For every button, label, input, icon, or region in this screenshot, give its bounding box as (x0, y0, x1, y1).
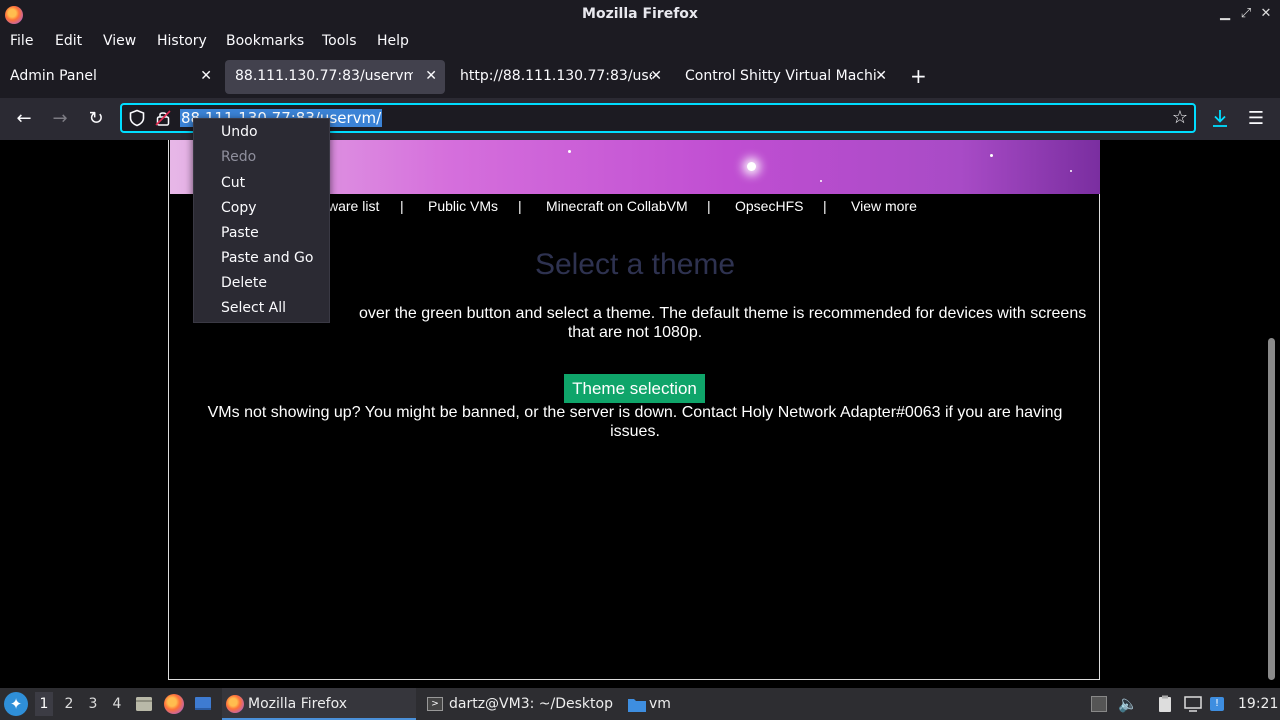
forward-arrow-icon[interactable]: → (47, 106, 73, 132)
ctx-copy[interactable]: Copy (221, 200, 257, 216)
tab-admin-panel[interactable]: Admin Panel ✕ (0, 60, 220, 94)
start-menu-icon[interactable]: ✦ (4, 692, 28, 716)
page-viewport: ware list | Public VMs | Minecraft on Co… (0, 140, 1280, 688)
nav-link-minecraft-collabvm[interactable]: Minecraft on CollabVM (546, 198, 688, 214)
menu-history[interactable]: History (157, 33, 207, 49)
sparkle-decoration (568, 150, 571, 153)
tray-expand-icon[interactable] (1091, 696, 1107, 712)
nav-separator: | (707, 198, 711, 214)
theme-selection-button[interactable]: Theme selection (564, 374, 705, 403)
firefox-icon (226, 695, 244, 713)
file-manager-launcher-icon[interactable] (134, 694, 154, 714)
task-label: Mozilla Firefox (248, 696, 348, 712)
task-label: vm (649, 696, 671, 712)
ctx-undo[interactable]: Undo (221, 124, 258, 140)
window-title: Mozilla Firefox (582, 6, 698, 22)
tab-label: 88.111.130.77:83/uservm/ (235, 68, 413, 84)
nav-link-opsechfs[interactable]: OpsecHFS (735, 198, 803, 214)
taskbar-task-terminal[interactable]: > dartz@VM3: ~/Desktop (422, 688, 618, 720)
close-tab-icon[interactable]: ✕ (425, 68, 437, 84)
menu-help[interactable]: Help (377, 33, 409, 49)
close-tab-icon[interactable]: ✕ (650, 68, 662, 84)
close-tab-icon[interactable]: ✕ (875, 68, 887, 84)
menu-view[interactable]: View (103, 33, 136, 49)
sparkle-decoration (990, 154, 993, 157)
download-icon[interactable] (1207, 106, 1233, 132)
tab-http-uservm[interactable]: http://88.111.130.77:83/use ✕ (450, 60, 670, 94)
workspace-1[interactable]: 1 (35, 692, 53, 716)
nav-separator: | (823, 198, 827, 214)
tab-label: Control Shitty Virtual Machin (685, 68, 877, 84)
sparkle-decoration (747, 162, 756, 171)
taskbar: ✦ 1 2 3 4 Mozilla Firefox > dartz@VM3: ~… (0, 688, 1280, 720)
sparkle-decoration (1070, 170, 1072, 172)
workspace-4[interactable]: 4 (108, 696, 126, 712)
url-context-menu: Undo Redo Cut Copy Paste Paste and Go De… (193, 118, 330, 323)
tab-label: http://88.111.130.77:83/use (460, 68, 652, 84)
navigation-toolbar: ← → ↻ 88.111.130.77:83/uservm/ ☆ ☰ (0, 98, 1280, 140)
hamburger-menu-icon[interactable]: ☰ (1243, 106, 1269, 132)
vm-notice: VMs not showing up? You might be banned,… (169, 403, 1101, 441)
lock-insecure-icon[interactable] (154, 109, 172, 127)
minimize-icon[interactable]: ▁ (1216, 6, 1234, 21)
ctx-delete[interactable]: Delete (221, 275, 267, 291)
tab-control-vm[interactable]: Control Shitty Virtual Machin ✕ (675, 60, 895, 94)
vm-notice-line2: issues. (610, 423, 660, 440)
volume-icon[interactable]: 🔈 (1118, 694, 1138, 714)
taskbar-task-vm-folder[interactable]: vm (624, 688, 704, 720)
window-titlebar: Mozilla Firefox ▁ ⤢ ✕ (0, 0, 1280, 29)
nav-link-software-list[interactable]: ware list (328, 198, 379, 214)
nav-link-view-more[interactable]: View more (851, 198, 917, 214)
folder-icon (628, 699, 646, 712)
ctx-redo[interactable]: Redo (221, 149, 256, 165)
tab-uservm[interactable]: 88.111.130.77:83/uservm/ ✕ (225, 60, 445, 94)
new-tab-plus-icon[interactable]: + (910, 64, 927, 88)
restore-icon[interactable]: ⤢ (1237, 6, 1255, 21)
ctx-paste[interactable]: Paste (221, 225, 259, 241)
tab-label: Admin Panel (10, 68, 97, 84)
menu-bar: File Edit View History Bookmarks Tools H… (0, 29, 1280, 54)
menu-tools[interactable]: Tools (322, 33, 357, 49)
clock: 19:21 (1238, 696, 1279, 712)
back-arrow-icon[interactable]: ← (11, 106, 37, 132)
sparkle-decoration (820, 180, 822, 182)
nav-separator: | (518, 198, 522, 214)
menu-bookmarks[interactable]: Bookmarks (226, 33, 304, 49)
network-display-icon[interactable] (1183, 694, 1203, 714)
taskbar-task-firefox[interactable]: Mozilla Firefox (222, 688, 416, 720)
desktop-launcher-icon[interactable] (193, 694, 213, 714)
firefox-launcher-icon[interactable] (164, 694, 184, 714)
shield-icon[interactable] (128, 109, 146, 127)
menu-edit[interactable]: Edit (55, 33, 82, 49)
close-window-icon[interactable]: ✕ (1257, 6, 1275, 21)
ctx-cut[interactable]: Cut (221, 175, 245, 191)
menu-file[interactable]: File (10, 33, 33, 49)
vm-notice-line1: VMs not showing up? You might be banned,… (207, 404, 1063, 421)
workspace-2[interactable]: 2 (60, 696, 78, 712)
task-label: dartz@VM3: ~/Desktop (449, 696, 613, 712)
reload-icon[interactable]: ↻ (83, 106, 109, 132)
bookmark-star-icon[interactable]: ☆ (1172, 107, 1188, 128)
clipboard-icon[interactable] (1155, 694, 1175, 714)
ctx-select-all[interactable]: Select All (221, 300, 286, 316)
nav-link-public-vms[interactable]: Public VMs (428, 198, 498, 214)
notification-icon[interactable]: ! (1210, 697, 1224, 711)
theme-instructions-line2: that are not 1080p. (567, 324, 703, 341)
terminal-icon: > (427, 697, 443, 711)
ctx-paste-and-go[interactable]: Paste and Go (221, 250, 313, 266)
nav-separator: | (400, 198, 404, 214)
tab-bar: Admin Panel ✕ 88.111.130.77:83/uservm/ ✕… (0, 56, 1280, 98)
close-tab-icon[interactable]: ✕ (200, 68, 212, 84)
workspace-3[interactable]: 3 (84, 696, 102, 712)
page-scrollbar[interactable] (1268, 338, 1275, 680)
